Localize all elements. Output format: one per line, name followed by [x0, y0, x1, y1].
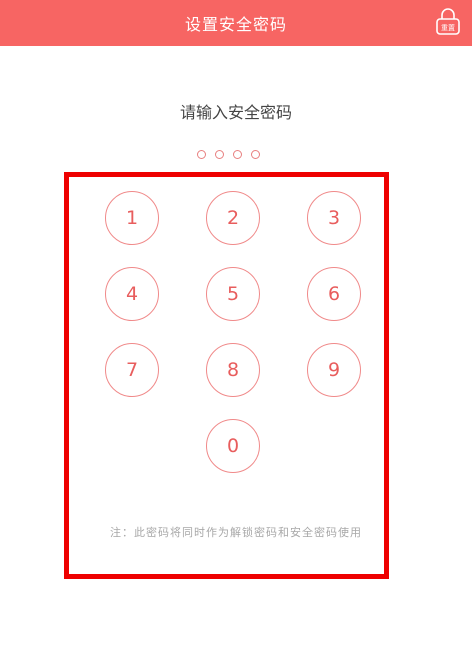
pin-dot [197, 150, 206, 159]
page-title: 设置安全密码 [184, 15, 287, 34]
key-8[interactable]: 8 [206, 343, 260, 397]
key-0[interactable]: 0 [206, 419, 260, 473]
lock-icon[interactable]: 重置 [434, 6, 462, 36]
header-bar: 设置安全密码 重置 [0, 0, 472, 46]
pin-dot [251, 150, 260, 159]
key-7[interactable]: 7 [105, 343, 159, 397]
lock-icon-label: 重置 [441, 24, 455, 32]
key-2[interactable]: 2 [206, 191, 260, 245]
key-5[interactable]: 5 [206, 267, 260, 321]
pin-dot [215, 150, 224, 159]
key-4[interactable]: 4 [105, 267, 159, 321]
pin-dot [233, 150, 242, 159]
key-1[interactable]: 1 [105, 191, 159, 245]
key-9[interactable]: 9 [307, 343, 361, 397]
key-3[interactable]: 3 [307, 191, 361, 245]
pin-usage-note: 注：此密码将同时作为解锁密码和安全密码使用 [110, 526, 362, 539]
pin-indicator [197, 150, 260, 159]
pin-prompt: 请输入安全密码 [179, 103, 292, 122]
key-6[interactable]: 6 [307, 267, 361, 321]
